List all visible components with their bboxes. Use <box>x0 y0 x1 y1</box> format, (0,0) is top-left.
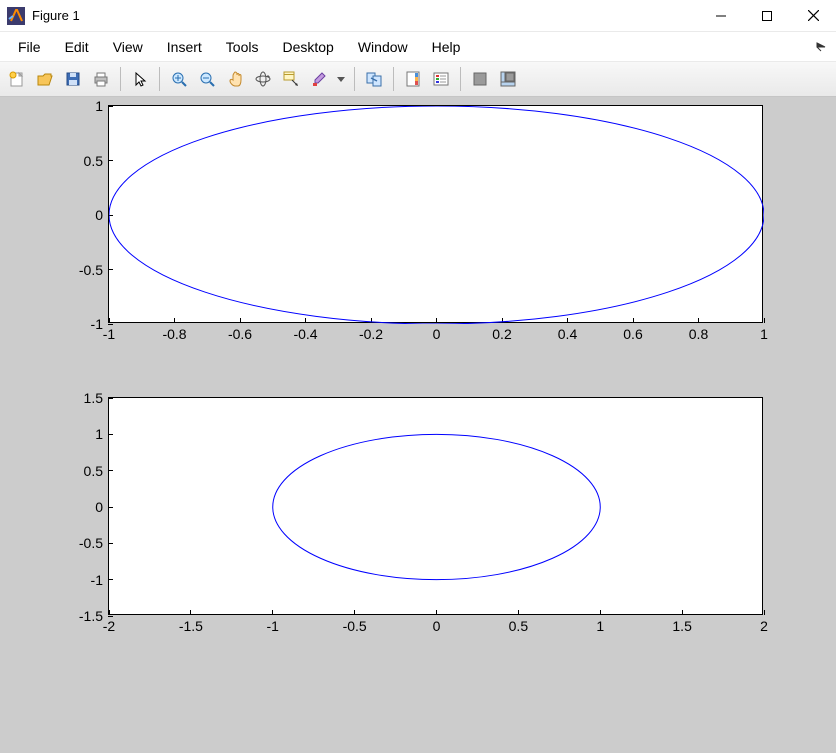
title-bar: Figure 1 <box>0 0 836 32</box>
window-title: Figure 1 <box>32 8 80 23</box>
minimize-button[interactable] <box>698 0 744 32</box>
data-cursor-button[interactable] <box>278 66 304 92</box>
menu-view[interactable]: View <box>101 35 155 59</box>
print-button[interactable] <box>88 66 114 92</box>
x-tick-label: 0.4 <box>558 326 577 342</box>
y-tick-label: 0 <box>95 207 103 223</box>
insert-legend-button[interactable] <box>428 66 454 92</box>
x-tick-label: 0.5 <box>509 618 528 634</box>
menu-insert[interactable]: Insert <box>155 35 214 59</box>
close-button[interactable] <box>790 0 836 32</box>
figure-area[interactable]: -1 -0.8 -0.6 -0.4 -0.2 0 0.2 0.4 0.6 0.8 1 -1 -0.5 0 0… <box>0 97 836 753</box>
x-tick-label: -0.4 <box>293 326 317 342</box>
y-tick-label: 0.5 <box>84 153 103 169</box>
link-data-button[interactable] <box>361 66 387 92</box>
plot-line-circle <box>109 106 764 324</box>
insert-colorbar-button[interactable] <box>400 66 426 92</box>
zoom-out-button[interactable] <box>194 66 220 92</box>
matlab-icon <box>6 6 26 26</box>
plot-svg <box>109 398 764 616</box>
menu-desktop[interactable]: Desktop <box>270 35 345 59</box>
x-tick-label: -0.2 <box>359 326 383 342</box>
menu-help[interactable]: Help <box>420 35 473 59</box>
x-tick-label: -0.5 <box>343 618 367 634</box>
x-tick-label: 0.2 <box>492 326 511 342</box>
show-plot-tools-button[interactable] <box>495 66 521 92</box>
x-tick-label: -0.8 <box>162 326 186 342</box>
x-tick-label: -1 <box>267 618 279 634</box>
rotate-3d-button[interactable] <box>250 66 276 92</box>
menu-file[interactable]: File <box>6 35 53 59</box>
x-tick-label: 0.8 <box>689 326 708 342</box>
x-tick-label: -1.5 <box>179 618 203 634</box>
brush-dropdown-button[interactable] <box>334 66 348 92</box>
maximize-button[interactable] <box>744 0 790 32</box>
y-tick-label: 1 <box>95 426 103 442</box>
x-tick-label: 0 <box>433 618 441 634</box>
menu-edit[interactable]: Edit <box>53 35 101 59</box>
toolbar <box>0 62 836 97</box>
y-tick-label: -0.5 <box>79 262 103 278</box>
y-tick-label: 0 <box>95 499 103 515</box>
x-tick-label: 0 <box>433 326 441 342</box>
y-tick-label: -1.5 <box>79 608 103 624</box>
brush-button[interactable] <box>306 66 332 92</box>
x-tick-label: 0.6 <box>623 326 642 342</box>
pan-button[interactable] <box>222 66 248 92</box>
x-tick-label: -1 <box>103 326 115 342</box>
x-tick-label: 2 <box>760 618 768 634</box>
save-button[interactable] <box>60 66 86 92</box>
menu-window[interactable]: Window <box>346 35 420 59</box>
open-button[interactable] <box>32 66 58 92</box>
y-tick-label: 0.5 <box>84 463 103 479</box>
y-tick-label: 1.5 <box>84 390 103 406</box>
zoom-in-button[interactable] <box>166 66 192 92</box>
menu-tools[interactable]: Tools <box>214 35 271 59</box>
dock-arrow-icon[interactable] <box>812 38 830 56</box>
axes-1[interactable]: -1-0.8-0.6-0.4-0.200.20.40.60.81-1-0.500… <box>108 105 763 323</box>
hide-plot-tools-button[interactable] <box>467 66 493 92</box>
plot-line-circle <box>273 434 601 579</box>
y-tick-label: -1 <box>91 316 103 332</box>
y-tick-label: -1 <box>91 572 103 588</box>
y-tick-label: 1 <box>95 98 103 114</box>
new-figure-button[interactable] <box>4 66 30 92</box>
x-tick-label: 1 <box>760 326 768 342</box>
plot-svg <box>109 106 764 324</box>
pointer-button[interactable] <box>127 66 153 92</box>
x-tick-label: -2 <box>103 618 115 634</box>
x-tick-label: 1.5 <box>672 618 691 634</box>
axes-2[interactable]: -2-1.5-1-0.500.511.52-1.5-1-0.500.511.5 <box>108 397 763 615</box>
menu-bar: File Edit View Insert Tools Desktop Wind… <box>0 32 836 62</box>
y-tick-label: -0.5 <box>79 535 103 551</box>
x-tick-label: -0.6 <box>228 326 252 342</box>
x-tick-label: 1 <box>596 618 604 634</box>
